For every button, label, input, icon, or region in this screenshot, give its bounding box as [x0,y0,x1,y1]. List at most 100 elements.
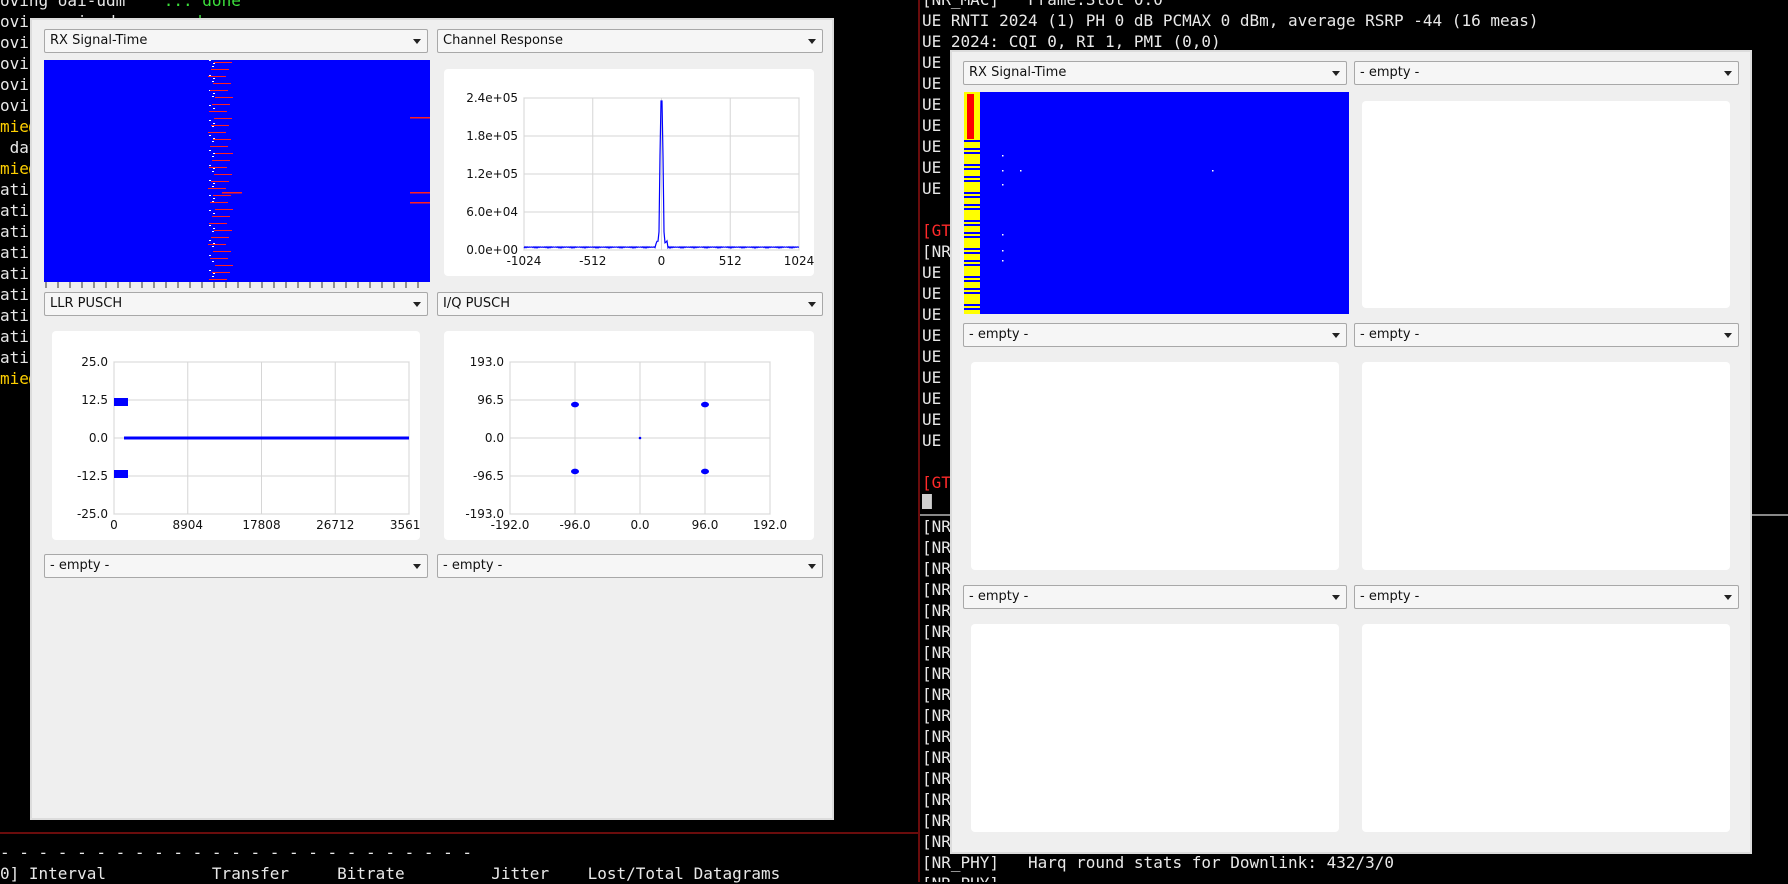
x-tick-label: 17808 [242,518,280,532]
waterfall-sample [212,186,214,187]
plot-selector-iq-pusch[interactable]: I/Q PUSCH [437,292,823,316]
waterfall-sample [964,304,980,306]
waterfall-sample [208,188,226,189]
waterfall-sample [964,164,980,166]
plot-selector-empty-ue-4[interactable]: - empty - [1354,323,1739,347]
ue-empty-panel-5 [1362,624,1730,832]
y-tick-label: 193.0 [470,355,504,369]
waterfall-sample [209,195,211,196]
plot-selector-channel-response[interactable]: Channel Response [437,29,823,53]
plot-selector-empty-left[interactable]: - empty - [44,554,428,578]
plot-selector-rx-signal-time[interactable]: RX Signal-Time [44,29,428,53]
terminal-line: [NR_PHY] [922,873,1788,882]
gnb-scope-window: RX Signal-Time Channel Response 2.4e+05 1… [30,18,834,820]
waterfall-sample [210,202,228,203]
plot-selector-empty-ue-3[interactable]: - empty - [963,323,1347,347]
chevron-down-icon [413,564,421,569]
waterfall-sample [209,111,227,112]
combo-label: - empty - [1360,65,1420,80]
y-tick-label: 96.5 [477,393,504,407]
waterfall-sample [212,216,230,217]
y-tick-label: 25.0 [81,355,108,369]
chevron-down-icon [1724,71,1732,76]
plot-selector-empty-ue-5[interactable]: - empty - [963,585,1347,609]
waterfall-sample [213,139,231,140]
x-tick-label: 8904 [172,518,203,532]
iq-constellation-point [571,401,579,408]
y-tick-label: 0.0 [89,431,108,445]
y-tick-label: 1.8e+05 [466,129,518,143]
waterfall-sample [210,90,228,91]
terminal-line: [NR_MAC] Frame.Slot 0.0 [922,0,1788,10]
y-tick-label: -12.5 [77,469,108,483]
iq-pusch-panel: 193.0 96.5 0.0 -96.5 -193.0 -192.0 -96.0 0.0 96.… [444,331,814,540]
waterfall-sample [213,183,215,184]
harq-stats-line: [NR_PHY] Harq round stats for Downlink: … [922,853,1395,872]
waterfall-sample [964,264,980,266]
waterfall-sample [209,180,211,181]
waterfall-sample [208,244,226,245]
x-tick-label: 0.0 [630,518,649,532]
y-tick-label: 2.4e+05 [466,91,518,105]
waterfall-sample [212,156,214,157]
waterfall-sample [964,148,980,150]
plot-selector-empty-ue-6[interactable]: - empty - [1354,585,1739,609]
waterfall-sample [209,255,211,256]
waterfall-sample [213,195,231,196]
waterfall-sample [964,180,980,182]
channel-response-panel: 2.4e+05 1.8e+05 1.2e+05 6.0e+04 0.0e+00 -1024… [444,69,814,276]
waterfall-sample [213,138,215,139]
ue-empty-panel-1 [1362,101,1730,308]
waterfall-sample [964,224,980,226]
plot-selector-empty-ue-2[interactable]: - empty - [1354,61,1739,85]
waterfall-sample [209,223,227,224]
waterfall-sample [209,165,211,166]
waterfall-sample [1212,170,1214,172]
waterfall-sample [213,228,215,229]
waterfall-sample [212,276,214,277]
plot-selector-rx-signal-time-ue[interactable]: RX Signal-Time [963,61,1347,85]
iq-center-point [638,436,642,440]
llr-pusch-panel: 25.0 12.5 0.0 -12.5 -25.0 0 8904 17808 26712 3561… [52,331,428,540]
waterfall-sample [964,140,980,142]
terminal-status: ... done [163,0,241,10]
waterfall-sample [209,60,211,61]
waterfall-sample [210,258,228,259]
plot-selector-llr-pusch[interactable]: LLR PUSCH [44,292,428,316]
x-tick-label: 35616 [390,518,420,532]
waterfall-background [44,60,430,282]
waterfall-sample [964,280,980,282]
waterfall-sample [213,78,215,79]
waterfall-sample [410,192,430,194]
x-tick-label: -192.0 [491,518,530,532]
waterfall-sample [213,198,215,199]
waterfall-band-red [967,94,974,139]
terminal-text: oving oai-udm [0,0,164,10]
waterfall-sample [213,83,231,84]
iperf-dashes: - - - - - - - - - - - - - - - - - - - - … [0,843,473,862]
waterfall-sample [209,210,211,211]
waterfall-sample [964,192,980,194]
y-tick-label: 0.0 [485,431,504,445]
waterfall-sample [209,240,211,241]
waterfall-sample [1002,170,1004,172]
terminal-divider-left [0,832,918,834]
waterfall-sample [209,279,227,280]
waterfall-sample [212,141,214,142]
waterfall-sample [209,75,211,76]
waterfall-sample [209,105,211,106]
x-tick-label: -96.0 [559,518,590,532]
combo-label: - empty - [1360,589,1420,604]
waterfall-sample [215,153,233,154]
combo-label: LLR PUSCH [50,296,123,311]
waterfall-sample [212,66,214,67]
waterfall-sample [214,62,232,63]
plot-selector-empty-right[interactable]: - empty - [437,554,823,578]
waterfall-sample [213,243,215,244]
waterfall-sample [410,202,430,204]
waterfall-sample [209,225,211,226]
combo-label: RX Signal-Time [50,33,148,48]
waterfall-background [964,92,1349,314]
x-tick-label: 192.0 [753,518,787,532]
combo-label: Channel Response [443,33,563,48]
